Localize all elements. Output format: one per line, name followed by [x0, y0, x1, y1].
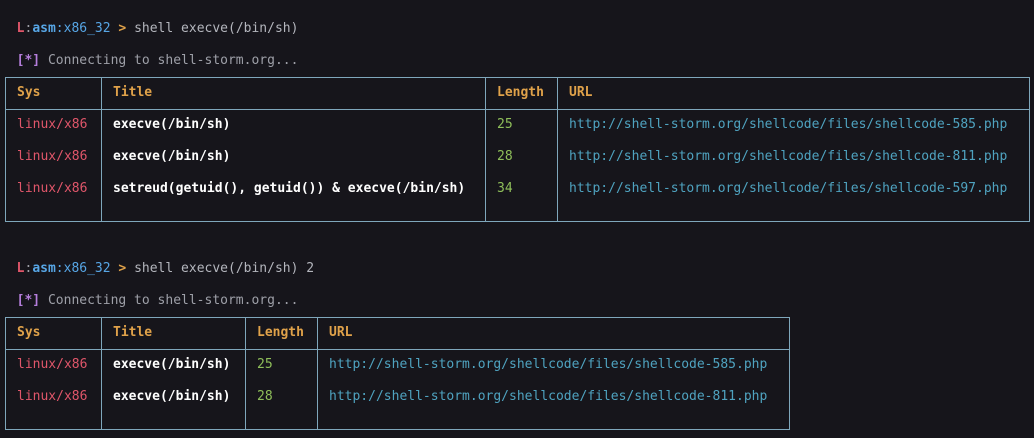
- cell-url-link[interactable]: http://shell-storm.org/shellcode/files/s…: [569, 181, 1007, 197]
- column-divider: [317, 318, 318, 429]
- cell-title: execve(/bin/sh): [113, 117, 231, 132]
- prompt-line-1: L:asm:x86_32 > shell execve(/bin/sh): [1, 5, 299, 36]
- cell-title: setreud(getuid(), getuid()) & execve(/bi…: [113, 181, 466, 196]
- column-divider: [557, 78, 558, 221]
- cell-sys: linux/x86: [17, 389, 88, 404]
- header-divider: [6, 109, 1029, 110]
- cell-url-link[interactable]: http://shell-storm.org/shellcode/files/s…: [329, 357, 767, 373]
- cell-title: execve(/bin/sh): [113, 357, 231, 372]
- cell-length: 25: [257, 357, 273, 372]
- info-marker: [*]: [16, 293, 41, 308]
- cell-length: 25: [497, 117, 513, 132]
- cell-length: 34: [497, 181, 513, 196]
- header-length: Length: [497, 85, 544, 100]
- info-line-1: [*] Connecting to shell-storm.org...: [1, 37, 299, 68]
- prompt-line-2: L:asm:x86_32 > shell execve(/bin/sh) 2: [1, 245, 314, 276]
- cell-title: execve(/bin/sh): [113, 389, 231, 404]
- column-divider: [101, 78, 102, 221]
- prompt-arch: :x86_32: [55, 21, 111, 36]
- prompt-asm: asm: [32, 261, 56, 276]
- column-divider: [485, 78, 486, 221]
- cell-url-link[interactable]: http://shell-storm.org/shellcode/files/s…: [569, 117, 1007, 133]
- header-sys: Sys: [17, 325, 41, 340]
- info-text: Connecting to shell-storm.org...: [47, 53, 299, 68]
- prompt-arrow: >: [118, 21, 127, 36]
- header-title: Title: [113, 85, 153, 100]
- info-marker: [*]: [16, 53, 41, 68]
- header-divider: [6, 349, 789, 350]
- column-divider: [245, 318, 246, 429]
- command-text[interactable]: shell execve(/bin/sh): [134, 21, 298, 36]
- info-text: Connecting to shell-storm.org...: [47, 293, 299, 308]
- prompt-arrow: >: [118, 261, 127, 276]
- command-text[interactable]: shell execve(/bin/sh) 2: [134, 261, 314, 276]
- header-title: Title: [113, 325, 153, 340]
- cell-sys: linux/x86: [17, 117, 88, 132]
- results-table-1: Sys Title Length URL linux/x86 execve(/b…: [5, 77, 1030, 222]
- column-divider: [101, 318, 102, 429]
- header-length: Length: [257, 325, 304, 340]
- header-url: URL: [569, 85, 593, 100]
- cell-length: 28: [497, 149, 513, 164]
- prompt-arch: :x86_32: [55, 261, 111, 276]
- results-table-2: Sys Title Length URL linux/x86 execve(/b…: [5, 317, 790, 430]
- prompt-asm: asm: [32, 21, 56, 36]
- cell-url-link[interactable]: http://shell-storm.org/shellcode/files/s…: [329, 389, 767, 405]
- cell-sys: linux/x86: [17, 149, 88, 164]
- cell-sys: linux/x86: [17, 357, 88, 372]
- cell-title: execve(/bin/sh): [113, 149, 231, 164]
- cell-length: 28: [257, 389, 273, 404]
- header-url: URL: [329, 325, 353, 340]
- info-line-2: [*] Connecting to shell-storm.org...: [1, 277, 299, 308]
- cell-url-link[interactable]: http://shell-storm.org/shellcode/files/s…: [569, 149, 1007, 165]
- header-sys: Sys: [17, 85, 41, 100]
- cell-sys: linux/x86: [17, 181, 88, 196]
